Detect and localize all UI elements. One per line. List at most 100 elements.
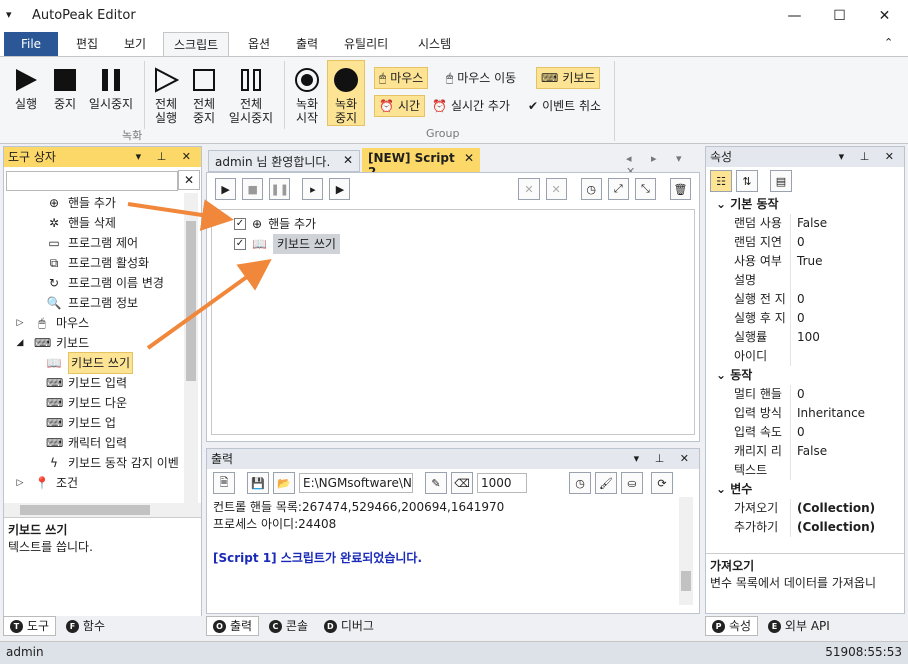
property-key: 멀티 핸들 — [734, 387, 782, 401]
property-key: 설명 — [734, 273, 757, 287]
property-desc-text: 변수 목록에서 데이터를 가져옵니 — [710, 576, 877, 590]
collapse-icon[interactable]: ⌄ — [716, 197, 730, 211]
collapse-icon[interactable]: ⌄ — [716, 368, 730, 382]
debug-icon: D — [323, 619, 337, 633]
tab-console[interactable]: C 콘솔 — [263, 616, 314, 636]
property-value[interactable]: 0 — [790, 290, 904, 309]
arrow — [127, 199, 234, 231]
output-icon: O — [213, 619, 226, 633]
paint-bucket-icon[interactable]: ⛀ — [621, 472, 643, 494]
properties-title-bar: 속성 ▾ ⊥ ✕ — [706, 147, 904, 167]
property-key: 아이디 — [734, 349, 768, 363]
property-category[interactable]: ⌄ 변수 — [706, 480, 904, 499]
eraser-icon[interactable]: ⌫ — [451, 472, 473, 494]
property-category-label: 동작 — [730, 368, 753, 382]
external-api-icon: E — [767, 619, 781, 633]
tab-properties[interactable]: P 속성 — [705, 616, 759, 636]
tab-output-log[interactable]: O 출력 — [206, 616, 260, 636]
property-category[interactable]: ⌄ 동작 — [706, 366, 904, 385]
property-key: 랜덤 사용 — [734, 216, 782, 230]
sort-alpha-icon[interactable]: ⇅ — [736, 170, 758, 192]
property-row[interactable]: 실행률 100 — [706, 328, 904, 347]
property-row[interactable]: 추가하기 (Collection) — [706, 518, 904, 537]
property-key: 랜덤 지연 — [734, 235, 782, 249]
property-category[interactable]: ⌄ 기본 동작 — [706, 195, 904, 214]
property-row[interactable]: 입력 방식 Inheritance — [706, 404, 904, 423]
categorized-icon[interactable]: ☷ — [710, 170, 732, 192]
property-value[interactable]: 0 — [790, 309, 904, 328]
property-key: 텍스트 — [734, 463, 768, 477]
arrow — [146, 258, 272, 350]
refresh-icon[interactable]: ⟳ — [651, 472, 673, 494]
output-scrollbar[interactable] — [679, 497, 693, 605]
property-row[interactable]: 멀티 핸들 0 — [706, 385, 904, 404]
property-value[interactable]: 0 — [790, 385, 904, 404]
property-value[interactable]: 0 — [790, 423, 904, 442]
output-panel: 출력 ▾ ⊥ ✕ 🗎 💾 📂 E:\NGMsoftware\NG ✎ ⌫ 100… — [206, 448, 700, 614]
log-line: 컨트롤 핸들 목록:267474,529466,200694,1641970 — [213, 500, 505, 514]
property-key: 사용 여부 — [734, 254, 782, 268]
property-desc-title: 가져오기 — [710, 559, 755, 573]
property-key: 입력 속도 — [734, 425, 782, 439]
property-value[interactable]: False — [790, 214, 904, 233]
log-line-complete: [Script 1] 스크립트가 완료되었습니다. — [213, 551, 423, 565]
property-pages-icon[interactable]: ▤ — [770, 170, 792, 192]
property-value[interactable] — [790, 271, 904, 290]
properties-panel: 속성 ▾ ⊥ ✕ ☷ ⇅ ▤ ⌄ 기본 동작 랜덤 사용 False 랜덤 지연 0 사용… — [705, 146, 905, 614]
panel-controls[interactable]: ▾ ⊥ ✕ — [634, 449, 695, 469]
console-icon: C — [268, 619, 282, 633]
output-toolbar: 🗎 💾 📂 E:\NGMsoftware\NG ✎ ⌫ 1000 ◷ 🖌 ⛀ ⟳ — [207, 469, 699, 497]
clean-icon[interactable]: ✎ — [425, 472, 447, 494]
property-value[interactable]: 100 — [790, 328, 904, 347]
property-value[interactable] — [790, 461, 904, 480]
property-key: 추가하기 — [734, 520, 779, 534]
save-icon[interactable]: 💾 — [247, 472, 269, 494]
collapse-icon[interactable]: ⌄ — [716, 482, 730, 496]
properties-bottom-tabs: P 속성 E 외부 API — [705, 616, 905, 638]
tab-external-api[interactable]: E 외부 API — [762, 616, 836, 636]
property-row[interactable]: 설명 — [706, 271, 904, 290]
output-title: 출력 — [211, 452, 234, 466]
property-row[interactable]: 랜덤 사용 False — [706, 214, 904, 233]
property-key: 가져오기 — [734, 501, 779, 515]
property-row[interactable]: 가져오기 (Collection) — [706, 499, 904, 518]
property-key: 캐리지 리 — [734, 444, 782, 458]
clock-icon[interactable]: ◷ — [569, 472, 591, 494]
property-row[interactable]: 사용 여부 True — [706, 252, 904, 271]
property-row[interactable]: 실행 전 지 0 — [706, 290, 904, 309]
log-line: 프로세스 아이디:24408 — [213, 517, 337, 531]
property-value[interactable]: Inheritance — [790, 404, 904, 423]
brush-icon[interactable]: 🖌 — [595, 472, 617, 494]
property-row[interactable]: 입력 속도 0 — [706, 423, 904, 442]
status-time: 51908:55:53 — [825, 645, 902, 659]
property-value[interactable] — [790, 347, 904, 366]
property-category-label: 변수 — [730, 482, 753, 496]
property-row[interactable]: 실행 후 지 0 — [706, 309, 904, 328]
property-row[interactable]: 랜덤 지연 0 — [706, 233, 904, 252]
output-path-input[interactable]: E:\NGMsoftware\NG — [299, 473, 413, 493]
folder-icon[interactable]: 📂 — [273, 472, 295, 494]
property-value[interactable]: False — [790, 442, 904, 461]
properties-title: 속성 — [710, 150, 733, 164]
property-value[interactable]: (Collection) — [790, 518, 904, 537]
properties-toolbar: ☷ ⇅ ▤ — [706, 167, 904, 195]
status-user: admin — [6, 645, 44, 659]
property-key: 실행 후 지 — [734, 311, 786, 325]
property-row[interactable]: 텍스트 — [706, 461, 904, 480]
property-row[interactable]: 캐리지 리 False — [706, 442, 904, 461]
property-grid: ⌄ 기본 동작랜덤 사용 False 랜덤 지연 0 사용 여부 True 설명실행 전 지… — [706, 195, 904, 537]
panel-controls[interactable]: ▾ ⊥ ✕ — [839, 147, 900, 167]
output-log: 컨트롤 핸들 목록:267474,529466,200694,1641970 프… — [207, 497, 699, 607]
property-value[interactable]: 0 — [790, 233, 904, 252]
properties-icon: P — [712, 619, 725, 633]
tab-debug[interactable]: D 디버그 — [318, 616, 380, 636]
property-value[interactable]: True — [790, 252, 904, 271]
property-key: 실행률 — [734, 330, 768, 344]
property-value[interactable]: (Collection) — [790, 499, 904, 518]
output-title-bar: 출력 ▾ ⊥ ✕ — [207, 449, 699, 469]
new-file-icon[interactable]: 🗎 — [213, 472, 235, 494]
line-limit-input[interactable]: 1000 — [477, 473, 527, 493]
property-category-label: 기본 동작 — [730, 197, 779, 211]
property-row[interactable]: 아이디 — [706, 347, 904, 366]
